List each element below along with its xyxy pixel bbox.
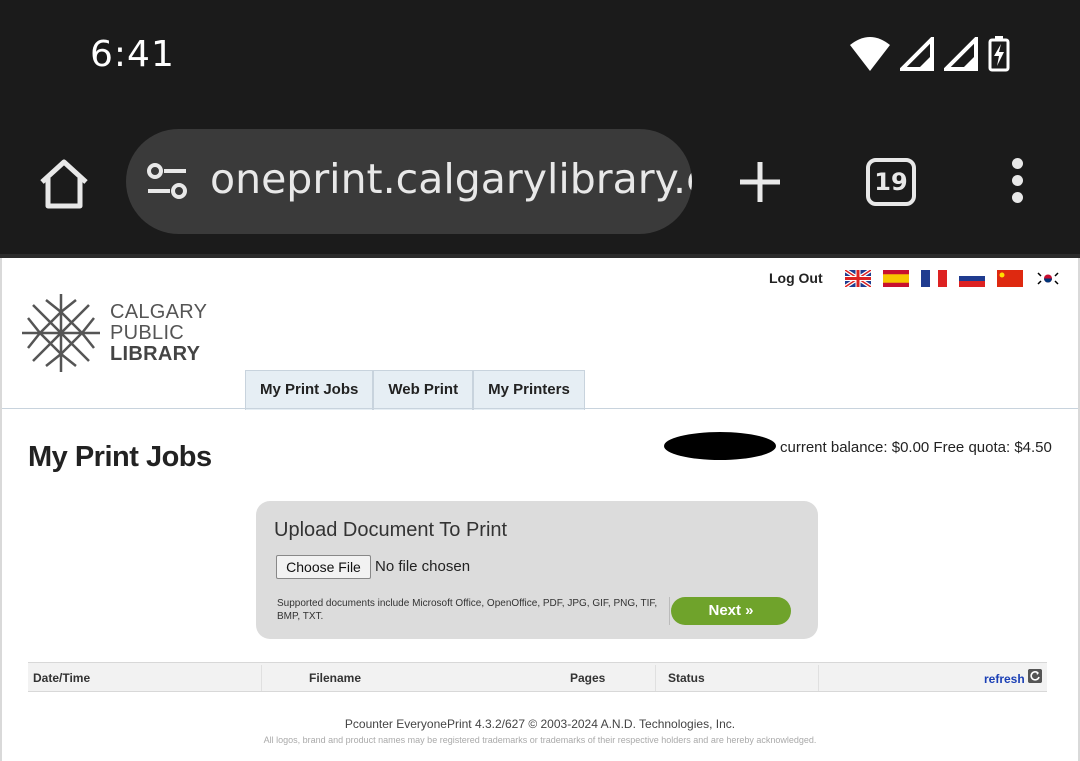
logo-line-3: LIBRARY	[110, 343, 201, 365]
upload-panel: Upload Document To Print Choose File No …	[256, 501, 818, 639]
next-button[interactable]: Next »	[671, 597, 791, 625]
redacted-name	[664, 432, 776, 460]
signal-icon	[944, 37, 978, 71]
france-flag-icon[interactable]	[921, 270, 947, 287]
logo-line-2: PUBLIC	[110, 322, 185, 344]
signal-icon	[900, 37, 934, 71]
browser-toolbar: oneprint.calgarylibrary.ca 19	[0, 110, 1080, 256]
logout-link[interactable]: Log Out	[769, 270, 823, 286]
korea-flag-icon[interactable]	[1035, 270, 1061, 287]
balance-value: current balance: $0.00 Free quota: $4.50	[780, 439, 1052, 456]
column-filename[interactable]: Filename	[309, 671, 361, 685]
russia-flag-icon[interactable]	[959, 270, 985, 287]
tab-web-print[interactable]: Web Print	[373, 370, 474, 410]
file-status: No file chosen	[375, 558, 471, 575]
upload-title: Upload Document To Print	[274, 519, 508, 541]
tab-divider	[2, 408, 1078, 409]
china-flag-icon[interactable]	[997, 270, 1023, 287]
web-page: CALGARY PUBLIC LIBRARY Log Out My Print …	[0, 258, 1080, 761]
url-text[interactable]: oneprint.calgarylibrary.ca	[210, 155, 692, 203]
column-date-time[interactable]: Date/Time	[33, 671, 90, 685]
more-menu-icon[interactable]	[1004, 158, 1030, 206]
tab-my-printers[interactable]: My Printers	[473, 370, 585, 410]
logo-line-1: CALGARY	[110, 301, 208, 323]
library-logo-icon	[22, 294, 100, 372]
tab-switcher-button[interactable]: 19	[866, 158, 916, 206]
footer-disclaimer: All logos, brand and product names may b…	[263, 735, 817, 745]
wifi-icon	[850, 37, 890, 71]
choose-file-button[interactable]: Choose File	[276, 555, 371, 579]
footer-copyright: Pcounter EveryonePrint 4.3.2/627 © 2003-…	[344, 717, 736, 731]
spain-flag-icon[interactable]	[883, 270, 909, 287]
column-separator	[655, 665, 656, 691]
status-icons	[850, 36, 1010, 72]
site-settings-icon[interactable]	[146, 163, 188, 201]
status-time: 6:41	[90, 34, 175, 75]
uk-flag-icon[interactable]	[845, 270, 871, 287]
status-bar: 6:41	[0, 0, 1080, 110]
nav-tabs: My Print Jobs Web Print My Printers	[245, 370, 585, 410]
library-logo-text: CALGARY PUBLIC LIBRARY	[110, 302, 207, 365]
column-separator	[261, 665, 262, 691]
refresh-icon[interactable]	[1028, 669, 1042, 683]
page-title: My Print Jobs	[28, 441, 212, 473]
next-separator	[669, 597, 670, 625]
refresh-link[interactable]: refresh	[984, 672, 1025, 686]
supported-formats: Supported documents include Microsoft Of…	[277, 598, 658, 622]
home-icon[interactable]	[36, 156, 92, 212]
column-status[interactable]: Status	[668, 671, 705, 685]
address-bar[interactable]: oneprint.calgarylibrary.ca	[126, 129, 692, 234]
jobs-table-header: Date/Time Filename Pages Status refresh	[28, 662, 1047, 692]
battery-charging-icon	[988, 36, 1010, 72]
new-tab-icon[interactable]	[738, 160, 782, 204]
tab-my-print-jobs[interactable]: My Print Jobs	[245, 370, 374, 410]
language-flags	[845, 270, 1061, 287]
column-separator	[818, 665, 819, 691]
column-pages[interactable]: Pages	[570, 671, 605, 685]
